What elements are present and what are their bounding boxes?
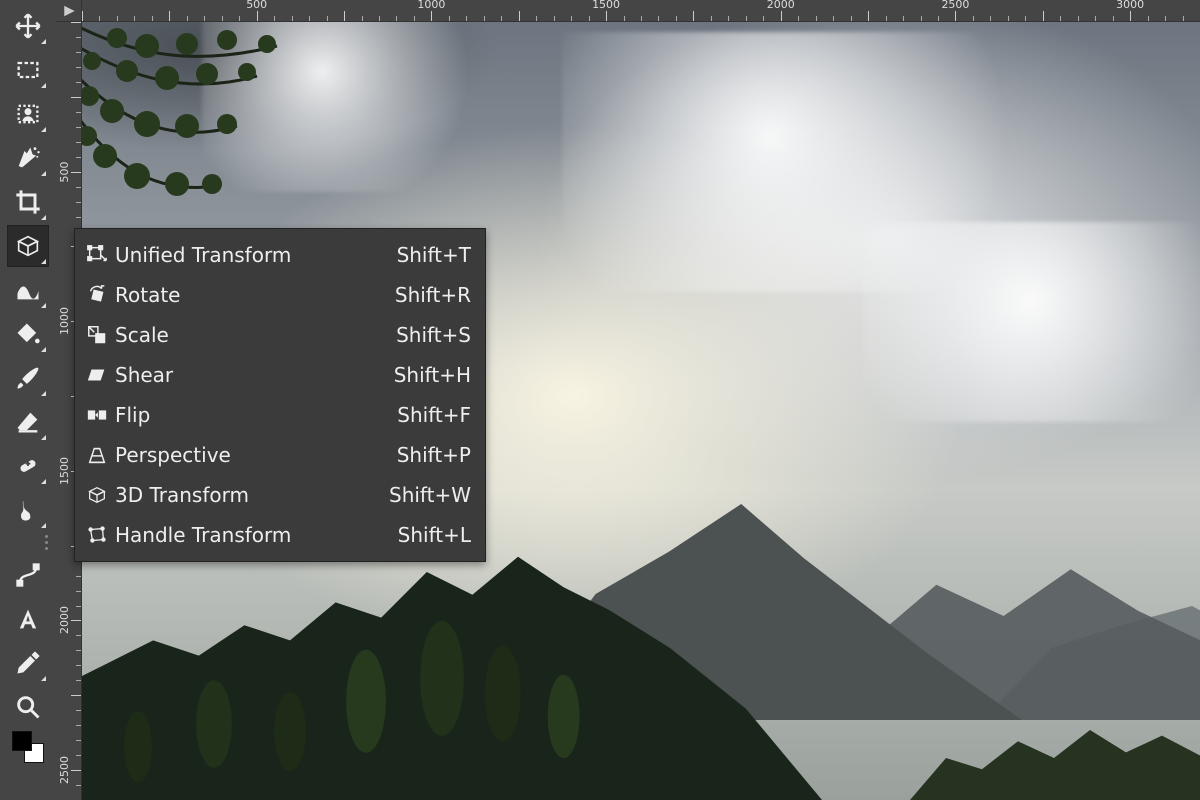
menu-item-handle-transform[interactable]: Handle Transform Shift+L: [75, 515, 485, 555]
menu-item-shortcut: Shift+H: [394, 363, 471, 387]
rectangle-select-tool[interactable]: [8, 50, 48, 90]
menu-item-label: Flip: [115, 403, 150, 427]
paths-tool[interactable]: [8, 555, 48, 595]
menu-item-label: Scale: [115, 323, 169, 347]
color-swatch[interactable]: [12, 731, 44, 763]
ruler-h-label: 1500: [592, 0, 620, 11]
ruler-v-label: 1500: [58, 457, 71, 485]
color-picker-tool[interactable]: [8, 643, 48, 683]
heal-tool[interactable]: [8, 446, 48, 486]
fuzzy-select-tool[interactable]: [8, 138, 48, 178]
menu-item-flip[interactable]: Flip Shift+F: [75, 395, 485, 435]
ruler-h-label: 1000: [417, 0, 445, 11]
menu-item-shortcut: Shift+T: [397, 243, 471, 267]
ruler-origin-toggle[interactable]: [56, 0, 82, 22]
menu-item-label: Perspective: [115, 443, 231, 467]
ruler-h-label: 2000: [767, 0, 795, 11]
smudge-tool[interactable]: [8, 490, 48, 530]
horizontal-ruler[interactable]: 500 1000 1500 2000 2500 3000: [82, 0, 1200, 22]
crop-tool[interactable]: [8, 182, 48, 222]
gimp-image-window: 500 1000 1500 2000 2500 3000 500 1000 1500 2000 2…: [0, 0, 1200, 800]
menu-item-shortcut: Shift+L: [398, 523, 471, 547]
menu-item-shortcut: Shift+W: [389, 483, 471, 507]
unified-transform-tool[interactable]: [8, 226, 48, 266]
bucket-fill-tool[interactable]: [8, 314, 48, 354]
transform-tools-flyout-menu: Unified Transform Shift+T Rotate Shift+R Sca…: [74, 228, 486, 562]
foreground-color-swatch[interactable]: [12, 731, 32, 751]
ruler-v-label: 1000: [58, 307, 71, 335]
toolbox-separator: [44, 535, 48, 550]
ruler-h-label: 500: [246, 0, 267, 11]
menu-item-rotate[interactable]: Rotate Shift+R: [75, 275, 485, 315]
handle-transform-icon: [85, 523, 109, 547]
menu-item-shortcut: Shift+R: [395, 283, 471, 307]
menu-item-label: Rotate: [115, 283, 180, 307]
unified-transform-icon: [85, 243, 109, 267]
zoom-tool[interactable]: [8, 687, 48, 727]
menu-item-3d-transform[interactable]: 3D Transform Shift+W: [75, 475, 485, 515]
ruler-v-label: 2000: [58, 606, 71, 634]
3d-transform-icon: [85, 483, 109, 507]
ruler-v-label: 500: [58, 161, 71, 182]
scale-icon: [85, 323, 109, 347]
eraser-tool[interactable]: [8, 402, 48, 442]
menu-item-label: Handle Transform: [115, 523, 291, 547]
shear-icon: [85, 363, 109, 387]
rotate-icon: [85, 283, 109, 307]
menu-item-scale[interactable]: Scale Shift+S: [75, 315, 485, 355]
ruler-h-label: 3000: [1116, 0, 1144, 11]
menu-item-unified-transform[interactable]: Unified Transform Shift+T: [75, 235, 485, 275]
ruler-v-label: 2500: [58, 756, 71, 784]
menu-item-shortcut: Shift+P: [397, 443, 471, 467]
ruler-h-label: 2500: [941, 0, 969, 11]
menu-item-perspective[interactable]: Perspective Shift+P: [75, 435, 485, 475]
foreground-select-tool[interactable]: [8, 94, 48, 134]
warp-tool[interactable]: [8, 270, 48, 310]
move-tool[interactable]: [8, 6, 48, 46]
menu-item-label: Unified Transform: [115, 243, 291, 267]
menu-item-shortcut: Shift+F: [397, 403, 471, 427]
text-tool[interactable]: [8, 599, 48, 639]
menu-item-shear[interactable]: Shear Shift+H: [75, 355, 485, 395]
menu-item-shortcut: Shift+S: [396, 323, 471, 347]
menu-item-label: Shear: [115, 363, 173, 387]
menu-item-label: 3D Transform: [115, 483, 249, 507]
flip-icon: [85, 403, 109, 427]
perspective-icon: [85, 443, 109, 467]
toolbox: [0, 0, 56, 800]
paintbrush-tool[interactable]: [8, 358, 48, 398]
